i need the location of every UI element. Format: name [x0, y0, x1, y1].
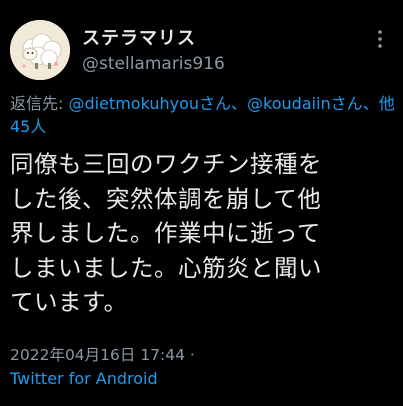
mention-koudaiin[interactable]: @koudaiin: [247, 94, 331, 113]
display-name[interactable]: ステラマリス: [82, 24, 196, 50]
more-options-icon[interactable]: [369, 28, 391, 50]
mention-dietmokuhyou[interactable]: @dietmokuhyou: [68, 94, 199, 113]
sheep-avatar-image: [10, 20, 70, 80]
tweet-source-link[interactable]: Twitter for Android: [10, 369, 158, 388]
reply-prefix: 返信先:: [10, 94, 69, 113]
tweet-timestamp[interactable]: 2022年04月16日 17:44 ·: [10, 343, 195, 365]
mention-suffix-2[interactable]: さん、: [331, 94, 379, 113]
tweet: ステラマリス @stellamaris916 返信先: @dietmokuhyo…: [0, 0, 403, 406]
user-handle[interactable]: @stellamaris916: [82, 54, 225, 74]
tweet-text: 同僚も三回のワクチン接種を した後、突然体調を崩して他 界しました。作業中に逝っ…: [10, 150, 322, 316]
mention-suffix-1[interactable]: さん、: [199, 94, 247, 113]
reply-to-line: 返信先: @dietmokuhyouさん、@koudaiinさん、他45人: [10, 92, 395, 138]
avatar[interactable]: [10, 20, 70, 80]
